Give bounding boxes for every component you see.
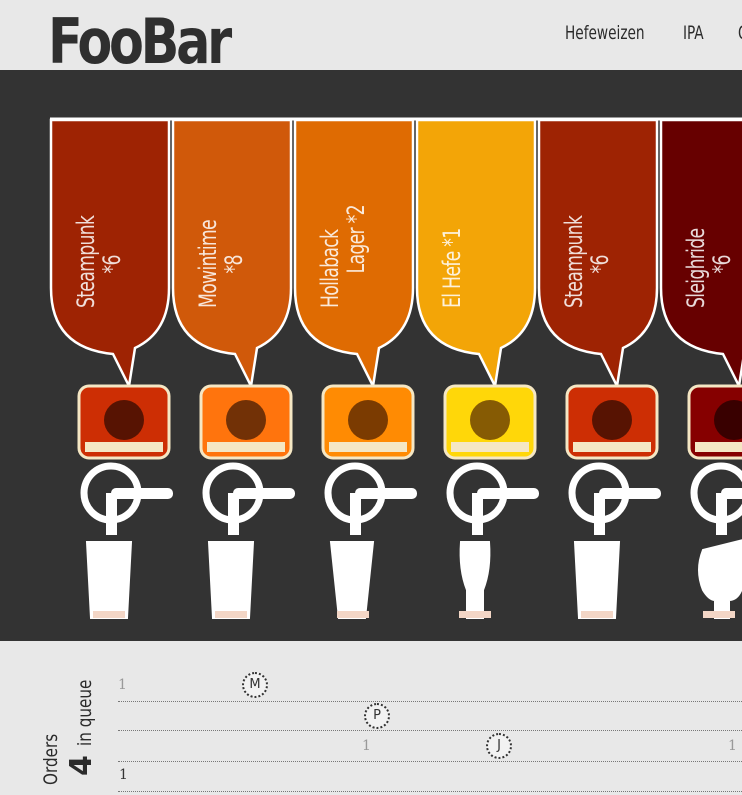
beer-name-line: Mowintime bbox=[194, 220, 222, 308]
steampunk-label-icon bbox=[565, 384, 659, 460]
beer-count: *6 bbox=[98, 255, 126, 274]
order-badge-j[interactable]: J bbox=[486, 733, 512, 759]
beer-name: Steampunk *6 bbox=[72, 108, 129, 308]
beer-name: Steampunk *6 bbox=[560, 108, 617, 308]
sleighride-label-icon bbox=[687, 384, 742, 460]
tap-3[interactable]: Hollaback Lager *2 bbox=[293, 70, 417, 641]
order-lane-3 bbox=[118, 761, 742, 762]
app-logo[interactable]: FooBar bbox=[48, 2, 232, 70]
beer-name-line: Steampunk bbox=[72, 215, 100, 308]
glass-icon bbox=[459, 541, 491, 619]
faucet-icon bbox=[568, 462, 661, 535]
order-badge-m[interactable]: M bbox=[242, 672, 268, 698]
steampunk-label-icon bbox=[77, 384, 171, 460]
app-header: FooBar Hefeweizen IPA C bbox=[0, 0, 742, 70]
orders-suffix: in queue bbox=[74, 679, 96, 747]
beer-name: Hollaback Lager *2 bbox=[316, 108, 373, 308]
order-badge-p[interactable]: P bbox=[364, 703, 390, 729]
beer-count: Lager *2 bbox=[342, 205, 370, 274]
beer-name: El Hefe *1 bbox=[438, 108, 495, 308]
tap-wall: Steampunk *6 Mowintime *8 Hollaback Lager *2 E… bbox=[0, 70, 742, 641]
mowintime-label-icon bbox=[199, 384, 293, 460]
tap-2[interactable]: Mowintime *8 bbox=[171, 70, 295, 641]
glass-icon bbox=[329, 541, 375, 619]
beer-count: *8 bbox=[220, 255, 248, 274]
beer-count: *6 bbox=[586, 255, 614, 274]
beer-name: Sleighride *6 bbox=[682, 108, 739, 308]
glass-residue bbox=[703, 611, 735, 618]
glass-icon bbox=[85, 541, 133, 619]
orders-panel: 1 M P 1 J 1 1 bbox=[0, 641, 742, 795]
tap-1[interactable]: Steampunk *6 bbox=[49, 70, 173, 641]
glass-residue bbox=[581, 611, 613, 618]
orders-queue-label: Orders 4 in queue bbox=[30, 605, 99, 785]
orders-title: Orders bbox=[40, 733, 62, 785]
lane-3-marker-a: 1 bbox=[362, 738, 371, 754]
orders-count: 4 bbox=[64, 755, 99, 776]
beer-count: *6 bbox=[708, 255, 736, 274]
lane-4-marker: 1 bbox=[119, 767, 128, 783]
glass-icon bbox=[573, 541, 621, 619]
order-lane-4 bbox=[118, 791, 742, 792]
beer-name-line: Hollaback bbox=[316, 229, 344, 308]
glass-icon bbox=[698, 539, 742, 619]
glass-residue bbox=[337, 611, 369, 618]
tap-6[interactable]: Sleighride *6 bbox=[659, 70, 742, 641]
faucet-icon bbox=[80, 462, 173, 535]
order-lane-2 bbox=[118, 730, 742, 731]
nav-item-partial[interactable]: C bbox=[738, 22, 742, 52]
faucet-icon bbox=[202, 462, 295, 535]
tap-4[interactable]: El Hefe *1 bbox=[415, 70, 539, 641]
faucet-icon bbox=[324, 462, 417, 535]
beer-name-line: El Hefe *1 bbox=[438, 228, 466, 308]
nav-item-ipa[interactable]: IPA bbox=[683, 22, 704, 52]
glass-residue bbox=[459, 611, 491, 618]
beer-name-line: Sleighride bbox=[682, 228, 710, 308]
beer-name: Mowintime *8 bbox=[194, 108, 251, 308]
hollaback-label-icon bbox=[321, 384, 415, 460]
order-lane-1 bbox=[118, 701, 742, 702]
beer-name-line: Steampunk bbox=[560, 215, 588, 308]
glass-residue bbox=[93, 611, 125, 618]
glass-icon bbox=[207, 541, 255, 619]
lane-1-marker: 1 bbox=[118, 677, 127, 693]
elhefe-label-icon bbox=[443, 384, 537, 460]
nav-item-hefeweizen[interactable]: Hefeweizen bbox=[565, 22, 645, 52]
lane-3-marker-b: 1 bbox=[728, 738, 737, 754]
faucet-icon bbox=[690, 462, 742, 535]
glass-residue bbox=[215, 611, 247, 618]
tap-5[interactable]: Steampunk *6 bbox=[537, 70, 661, 641]
faucet-icon bbox=[446, 462, 539, 535]
